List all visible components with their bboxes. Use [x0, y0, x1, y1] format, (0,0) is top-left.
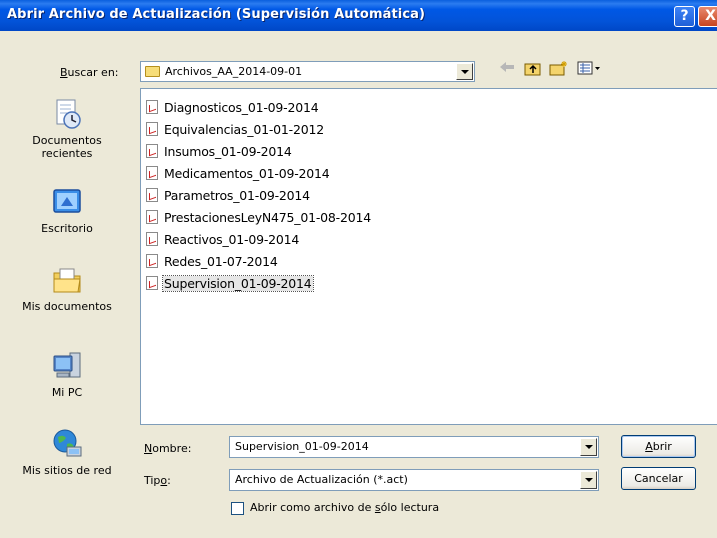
readonly-label: Abrir como archivo de sólo lectura: [250, 501, 440, 514]
window-title: Abrir Archivo de Actualización (Supervis…: [7, 7, 426, 22]
close-button[interactable]: X: [698, 6, 717, 27]
title-bar[interactable]: Abrir Archivo de Actualización (Supervis…: [0, 0, 717, 31]
lookin-value: Archivos_AA_2014-09-01: [165, 65, 303, 78]
list-item[interactable]: Insumos_01-09-2014: [146, 143, 292, 160]
place-label: Mis sitios de red: [22, 464, 112, 477]
file-list[interactable]: Diagnosticos_01-09-2014 Equivalencias_01…: [140, 88, 717, 425]
place-desktop[interactable]: Escritorio: [0, 186, 134, 235]
filetype-select[interactable]: Archivo de Actualización (*.act): [229, 469, 599, 491]
file-icon: [146, 232, 158, 246]
filetype-label: Tipo:: [144, 474, 171, 487]
list-item[interactable]: Redes_01-07-2014: [146, 253, 278, 270]
list-item[interactable]: PrestacionesLeyN475_01-08-2014: [146, 209, 371, 226]
place-my-documents[interactable]: Mis documentos: [0, 264, 134, 313]
back-button[interactable]: [496, 60, 518, 80]
lookin-label: Buscar en:: [60, 66, 119, 79]
file-icon: [146, 100, 158, 114]
list-item[interactable]: Reactivos_01-09-2014: [146, 231, 299, 248]
my-computer-icon: [51, 350, 83, 382]
lookin-combo[interactable]: Archivos_AA_2014-09-01: [140, 61, 475, 82]
folder-up-icon: [524, 63, 541, 76]
chevron-down-icon[interactable]: [456, 63, 473, 80]
desktop-icon: [51, 186, 83, 218]
list-item[interactable]: Diagnosticos_01-09-2014: [146, 99, 319, 116]
file-icon: [146, 276, 158, 290]
folder-icon: [145, 66, 160, 77]
recent-documents-icon: [51, 98, 83, 130]
place-label: Mis documentos: [22, 300, 112, 313]
new-folder-button[interactable]: [548, 60, 570, 80]
file-icon: [146, 210, 158, 224]
help-button[interactable]: ?: [674, 6, 695, 27]
list-item[interactable]: Equivalencias_01-01-2012: [146, 121, 324, 138]
list-item[interactable]: Parametros_01-09-2014: [146, 187, 310, 204]
open-button[interactable]: Abrir: [621, 435, 696, 458]
chevron-down-icon[interactable]: [580, 471, 597, 489]
close-icon: X: [705, 8, 716, 24]
file-icon: [146, 144, 158, 158]
views-menu-button[interactable]: [576, 60, 604, 80]
file-icon: [146, 188, 158, 202]
chevron-down-icon[interactable]: [580, 438, 597, 456]
network-places-icon: [51, 428, 83, 460]
file-icon: [146, 166, 158, 180]
filename-label: Nombre:: [144, 442, 192, 455]
place-label: Documentos recientes: [32, 134, 102, 160]
list-item-selected[interactable]: Supervision_01-09-2014: [146, 275, 314, 292]
filename-input[interactable]: Supervision_01-09-2014: [235, 440, 369, 453]
cancel-button[interactable]: Cancelar: [621, 467, 696, 490]
help-icon: ?: [680, 8, 689, 24]
place-label: Escritorio: [41, 222, 93, 235]
back-arrow-icon: [500, 62, 514, 72]
file-icon: [146, 254, 158, 268]
new-folder-icon: [549, 61, 567, 76]
place-label: Mi PC: [51, 386, 83, 399]
readonly-checkbox[interactable]: [231, 502, 244, 515]
up-folder-button[interactable]: [522, 60, 544, 80]
my-documents-icon: [51, 264, 83, 296]
place-network[interactable]: Mis sitios de red: [0, 428, 134, 477]
place-my-computer[interactable]: Mi PC: [0, 350, 134, 399]
views-menu-icon: [577, 61, 600, 75]
file-icon: [146, 122, 158, 136]
list-item[interactable]: Medicamentos_01-09-2014: [146, 165, 330, 182]
filetype-value: Archivo de Actualización (*.act): [235, 473, 408, 486]
filename-combo[interactable]: Supervision_01-09-2014: [229, 436, 599, 458]
place-recent-documents[interactable]: Documentos recientes: [0, 98, 134, 160]
